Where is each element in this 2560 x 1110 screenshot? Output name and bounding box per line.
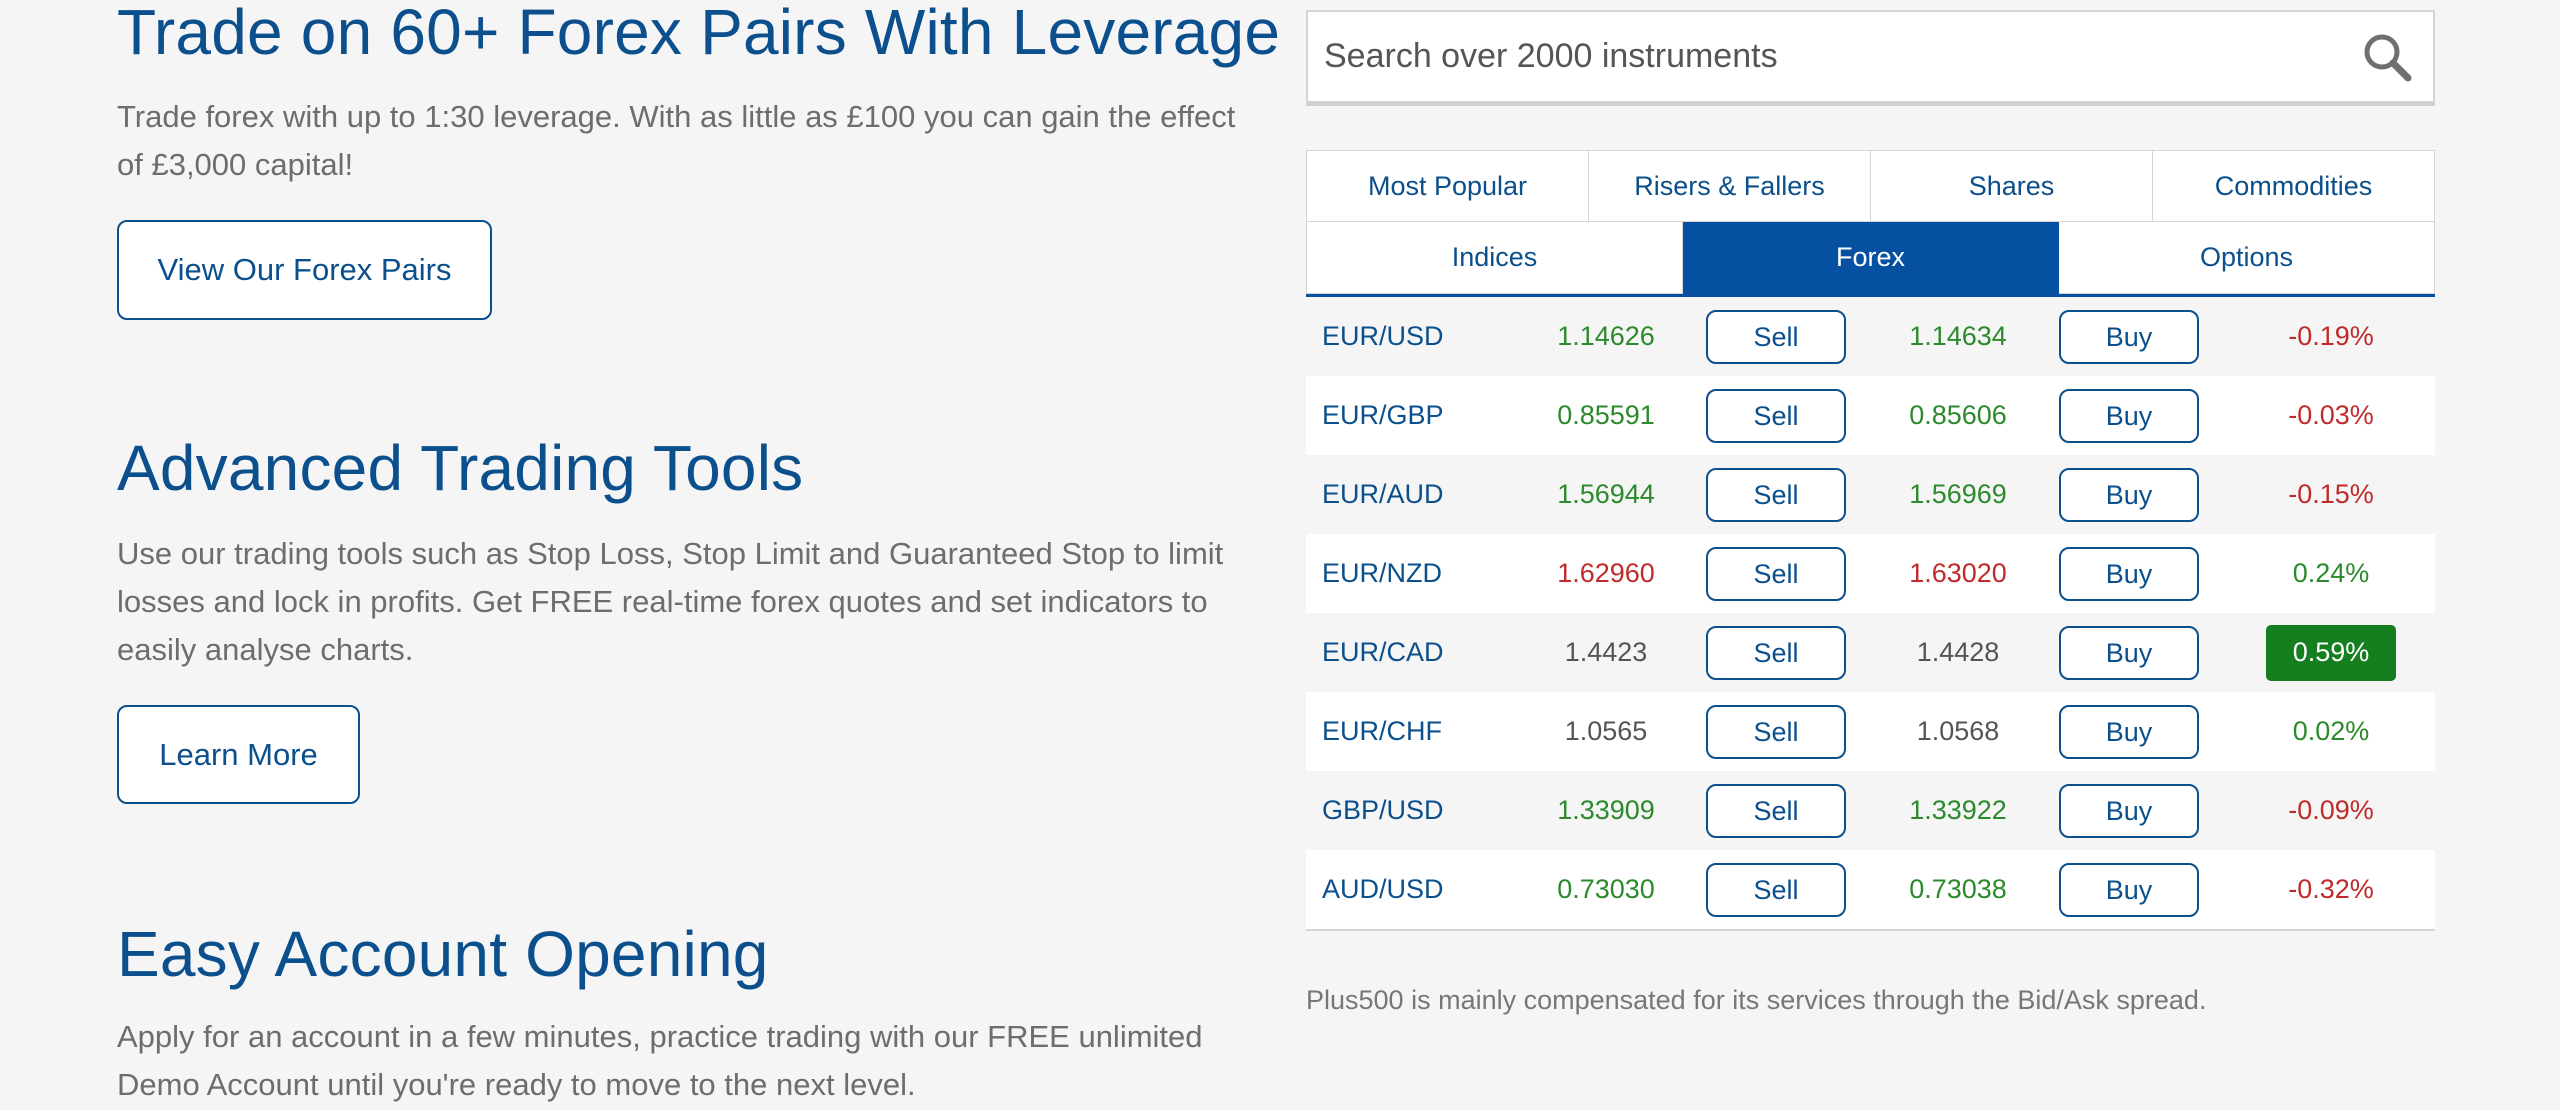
- change-percent: 0.24%: [2292, 558, 2370, 588]
- buy-button[interactable]: Buy: [2059, 626, 2199, 680]
- change-percent: -0.32%: [2288, 874, 2374, 904]
- buy-price: 1.4428: [1916, 637, 2000, 667]
- table-row: EUR/NZD 1.62960 Sell 1.63020 Buy 0.24%: [1306, 534, 2435, 613]
- tab-most-popular[interactable]: Most Popular: [1306, 150, 1589, 222]
- tab-forex[interactable]: Forex: [1683, 222, 2059, 294]
- instrument-name[interactable]: GBP/USD: [1322, 771, 1444, 850]
- table-row: EUR/CAD 1.4423 Sell 1.4428 Buy 0.59%: [1306, 613, 2435, 692]
- change-cell: -0.09%: [2256, 771, 2406, 850]
- sell-price: 1.4423: [1564, 637, 1648, 667]
- buy-button[interactable]: Buy: [2059, 863, 2199, 917]
- sell-price: 0.85591: [1557, 400, 1655, 430]
- search-bar: [1306, 10, 2435, 106]
- change-cell: -0.19%: [2256, 297, 2406, 376]
- sell-button[interactable]: Sell: [1706, 705, 1846, 759]
- tab-row-1: Most Popular Risers & Fallers Shares Com…: [1306, 150, 2435, 222]
- table-row: EUR/USD 1.14626 Sell 1.14634 Buy -0.19%: [1306, 297, 2435, 376]
- change-percent: 0.02%: [2292, 716, 2370, 746]
- sell-price: 1.0565: [1564, 716, 1648, 746]
- buy-price: 1.14634: [1909, 321, 2007, 351]
- table-row: EUR/GBP 0.85591 Sell 0.85606 Buy -0.03%: [1306, 376, 2435, 455]
- sell-button[interactable]: Sell: [1706, 784, 1846, 838]
- tab-shares[interactable]: Shares: [1871, 150, 2153, 222]
- tab-commodities[interactable]: Commodities: [2153, 150, 2435, 222]
- table-row: AUD/USD 0.73030 Sell 0.73038 Buy -0.32%: [1306, 850, 2435, 929]
- instrument-name[interactable]: EUR/GBP: [1322, 376, 1444, 455]
- section-title-forex-pairs: Trade on 60+ Forex Pairs With Leverage: [117, 0, 1281, 68]
- buy-price: 0.73038: [1909, 874, 2007, 904]
- instrument-name[interactable]: EUR/AUD: [1322, 455, 1444, 534]
- table-bottom-border: [1306, 929, 2435, 931]
- sell-price: 0.73030: [1557, 874, 1655, 904]
- buy-price: 1.33922: [1909, 795, 2007, 825]
- tab-row-2: Indices Forex Options: [1306, 222, 2435, 294]
- sell-button[interactable]: Sell: [1706, 389, 1846, 443]
- change-percent: -0.09%: [2288, 795, 2374, 825]
- sell-button[interactable]: Sell: [1706, 468, 1846, 522]
- change-percent: -0.19%: [2288, 321, 2374, 351]
- search-icon[interactable]: [2357, 27, 2417, 87]
- buy-button[interactable]: Buy: [2059, 389, 2199, 443]
- buy-button[interactable]: Buy: [2059, 705, 2199, 759]
- change-cell: 0.59%: [2256, 613, 2406, 692]
- instrument-name[interactable]: AUD/USD: [1322, 850, 1444, 929]
- instrument-name[interactable]: EUR/NZD: [1322, 534, 1442, 613]
- buy-button[interactable]: Buy: [2059, 784, 2199, 838]
- table-row: EUR/CHF 1.0565 Sell 1.0568 Buy 0.02%: [1306, 692, 2435, 771]
- section-title-trading-tools: Advanced Trading Tools: [117, 432, 804, 504]
- sell-button[interactable]: Sell: [1706, 310, 1846, 364]
- section-body-trading-tools: Use our trading tools such as Stop Loss,…: [117, 536, 1224, 667]
- instrument-name[interactable]: EUR/CAD: [1322, 613, 1444, 692]
- table-row: GBP/USD 1.33909 Sell 1.33922 Buy -0.09%: [1306, 771, 2435, 850]
- learn-more-button[interactable]: Learn More: [117, 705, 360, 804]
- instrument-name[interactable]: EUR/USD: [1322, 297, 1444, 376]
- table-row: EUR/AUD 1.56944 Sell 1.56969 Buy -0.15%: [1306, 455, 2435, 534]
- buy-price: 0.85606: [1909, 400, 2007, 430]
- sell-price: 1.62960: [1557, 558, 1655, 588]
- sell-button[interactable]: Sell: [1706, 626, 1846, 680]
- sell-price: 1.56944: [1557, 479, 1655, 509]
- view-forex-pairs-button[interactable]: View Our Forex Pairs: [117, 220, 492, 320]
- search-input[interactable]: [1308, 15, 2357, 98]
- change-cell: -0.15%: [2256, 455, 2406, 534]
- sell-button[interactable]: Sell: [1706, 863, 1846, 917]
- change-percent: 0.59%: [2266, 624, 2396, 681]
- buy-button[interactable]: Buy: [2059, 310, 2199, 364]
- buy-price: 1.56969: [1909, 479, 2007, 509]
- instrument-name[interactable]: EUR/CHF: [1322, 692, 1442, 771]
- tab-risers-fallers[interactable]: Risers & Fallers: [1589, 150, 1871, 222]
- change-percent: -0.03%: [2288, 400, 2374, 430]
- section-title-account-opening: Easy Account Opening: [117, 918, 769, 990]
- sell-button[interactable]: Sell: [1706, 547, 1846, 601]
- change-cell: -0.32%: [2256, 850, 2406, 929]
- tab-indices[interactable]: Indices: [1306, 222, 1683, 294]
- buy-button[interactable]: Buy: [2059, 468, 2199, 522]
- sell-price: 1.14626: [1557, 321, 1655, 351]
- tab-options[interactable]: Options: [2059, 222, 2435, 294]
- spread-disclaimer: Plus500 is mainly compensated for its se…: [1306, 985, 2207, 1015]
- forex-quotes-table: EUR/USD 1.14626 Sell 1.14634 Buy -0.19% EUR/GB…: [1306, 297, 2435, 931]
- buy-button[interactable]: Buy: [2059, 547, 2199, 601]
- section-body-account-opening: Apply for an account in a few minutes, p…: [117, 1019, 1203, 1102]
- change-cell: 0.24%: [2256, 534, 2406, 613]
- buy-price: 1.0568: [1916, 716, 2000, 746]
- sell-price: 1.33909: [1557, 795, 1655, 825]
- change-cell: 0.02%: [2256, 692, 2406, 771]
- change-percent: -0.15%: [2288, 479, 2374, 509]
- instrument-category-tabs: Most Popular Risers & Fallers Shares Com…: [1306, 150, 2435, 298]
- buy-price: 1.63020: [1909, 558, 2007, 588]
- section-body-forex-pairs: Trade forex with up to 1:30 leverage. Wi…: [117, 99, 1236, 182]
- change-cell: -0.03%: [2256, 376, 2406, 455]
